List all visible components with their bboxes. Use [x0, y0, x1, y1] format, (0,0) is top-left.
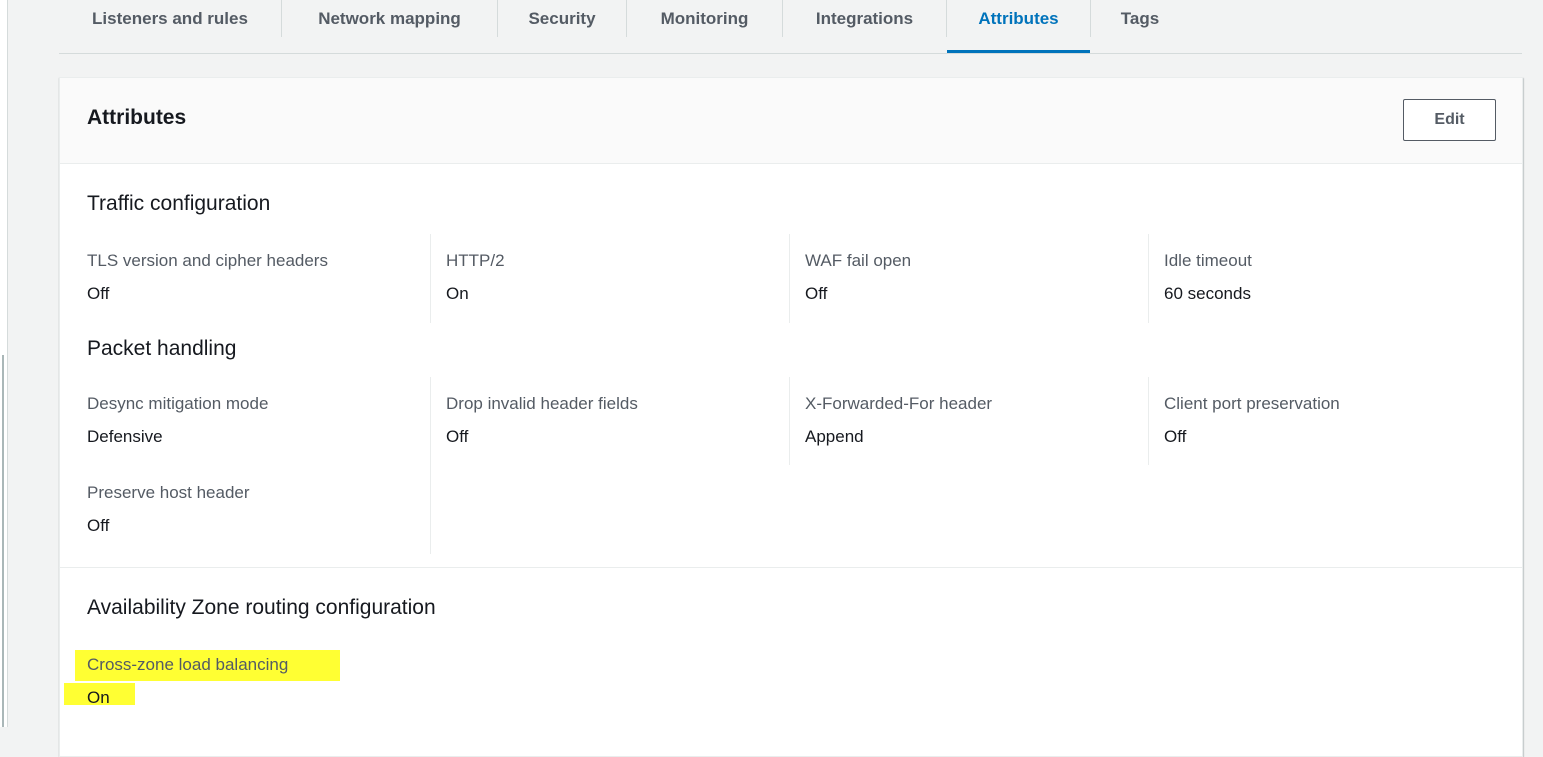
cross-zone-load-balancing-value: On — [87, 688, 110, 707]
edit-button[interactable]: Edit — [1403, 99, 1496, 141]
x-forwarded-for-label: X-Forwarded-For header — [805, 394, 993, 413]
rail-scroll-indicator — [2, 355, 4, 727]
client-port-preservation-value: Off — [1164, 427, 1187, 446]
tab-tags[interactable]: Tags — [1091, 0, 1189, 37]
card-title: Attributes — [87, 106, 187, 129]
tab-monitoring[interactable]: Monitoring — [627, 0, 782, 37]
tls-headers-label: TLS version and cipher headers — [87, 251, 328, 270]
idle-timeout-label: Idle timeout — [1164, 251, 1252, 270]
active-tab-indicator — [947, 50, 1090, 53]
desync-mitigation-label: Desync mitigation mode — [87, 394, 269, 413]
column-divider — [789, 234, 790, 323]
x-forwarded-for-value: Append — [805, 427, 864, 446]
tab-integrations[interactable]: Integrations — [783, 0, 946, 37]
tab-network-mapping[interactable]: Network mapping — [282, 0, 497, 37]
client-port-preservation-label: Client port preservation — [1164, 394, 1340, 413]
tls-headers-value: Off — [87, 284, 110, 303]
waf-fail-open-value: Off — [805, 284, 828, 303]
column-divider — [430, 377, 431, 554]
column-divider — [430, 234, 431, 323]
preserve-host-header-value: Off — [87, 516, 110, 535]
tab-attributes[interactable]: Attributes — [947, 0, 1090, 37]
card-header: Attributes Edit — [60, 78, 1522, 164]
drop-invalid-headers-label: Drop invalid header fields — [446, 394, 638, 413]
tab-bar: Listeners and rules Network mapping Secu… — [59, 0, 1522, 54]
section-divider — [60, 567, 1522, 568]
column-divider — [789, 377, 790, 465]
traffic-configuration-title: Traffic configuration — [87, 192, 271, 215]
drop-invalid-headers-value: Off — [446, 427, 469, 446]
az-routing-title: Availability Zone routing configuration — [87, 596, 436, 619]
http2-label: HTTP/2 — [446, 251, 505, 270]
packet-handling-title: Packet handling — [87, 337, 237, 360]
waf-fail-open-label: WAF fail open — [805, 251, 912, 270]
column-divider — [1148, 234, 1149, 323]
column-divider — [1148, 377, 1149, 465]
left-rail — [0, 0, 8, 727]
attributes-card: Attributes Edit Traffic configuration TL… — [59, 77, 1523, 757]
tab-listeners-and-rules[interactable]: Listeners and rules — [59, 0, 281, 37]
http2-value: On — [446, 284, 469, 303]
cross-zone-load-balancing-label: Cross-zone load balancing — [87, 655, 289, 674]
desync-mitigation-value: Defensive — [87, 427, 163, 446]
idle-timeout-value: 60 seconds — [1164, 284, 1251, 303]
preserve-host-header-label: Preserve host header — [87, 483, 250, 502]
tab-security[interactable]: Security — [498, 0, 626, 37]
